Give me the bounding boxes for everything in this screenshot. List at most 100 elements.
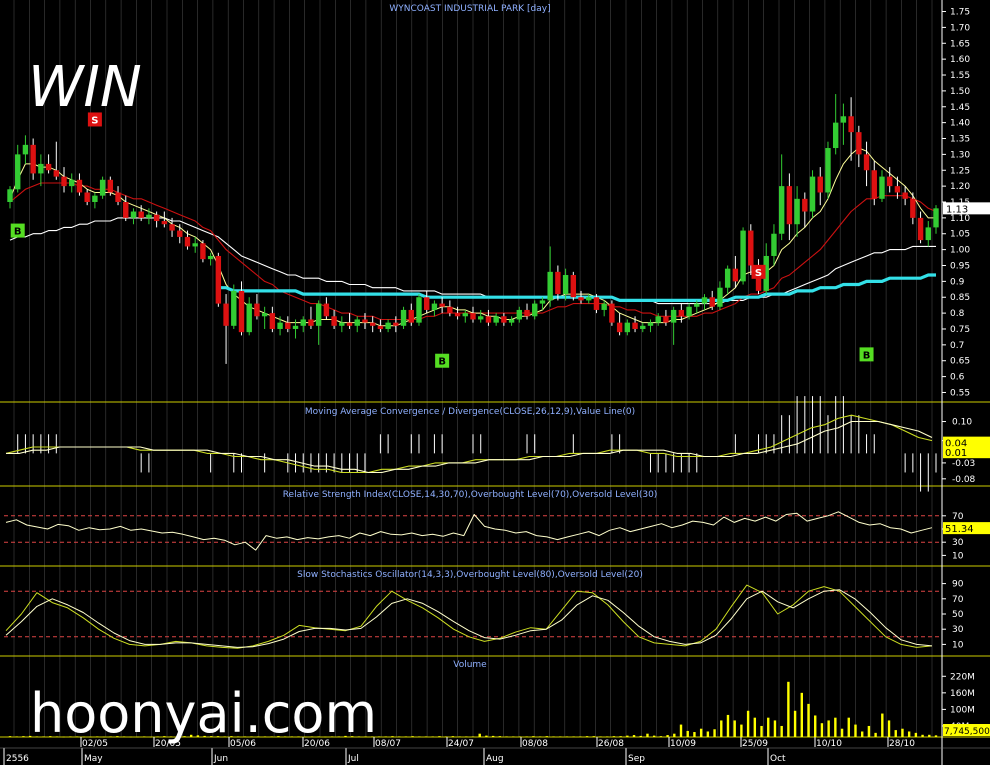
candle [809,170,816,218]
volume-bar [740,724,743,737]
candle-body [15,154,21,190]
volume-bar [565,736,569,737]
date-label: 08/07 [375,739,401,749]
volume-bar [800,692,803,737]
volume-bar [411,736,414,737]
candle-body [61,176,67,187]
price-tick-label: 0.85 [950,293,970,303]
candle-body [578,297,584,301]
candle-body [724,268,731,288]
candle-body [431,303,438,310]
candle-body [53,170,60,177]
candle-body [670,309,677,323]
candle-body [832,122,839,149]
month-label: Oct [770,754,786,764]
candle-body [385,322,391,329]
volume-bar [834,717,837,737]
volume-bar [807,703,810,737]
stochastic-tick-label: 30 [952,625,964,635]
buy-signal-label: B [438,357,446,368]
volume-bar [612,736,616,737]
candle-body [315,303,322,326]
candle-body [902,192,908,199]
volume-bar [814,715,817,737]
rsi-tick-label: 30 [952,538,964,548]
candle-body [38,163,44,174]
candle-body [647,322,654,326]
candle-body [99,179,106,196]
candle [740,227,746,285]
candle-body [400,309,407,326]
candle-body [516,309,523,320]
candle-body [138,211,144,218]
candle-body [215,255,222,304]
candle-body [161,221,168,225]
candle-body [416,297,422,323]
rsi-tick-label: 70 [952,512,964,522]
volume-bar [652,735,656,737]
volume-bar [726,714,730,737]
volume-bar [545,736,549,737]
candle-body [308,319,314,326]
volume-bar [793,710,797,737]
candle-body [593,297,600,310]
price-tick-label: 1.65 [950,39,970,49]
candle-body [254,303,260,317]
price-tick-label: 1.75 [950,8,970,18]
candle-body [454,313,461,317]
candle-body [501,316,507,323]
volume-bar [619,736,622,737]
candle-body [717,287,723,307]
candle-body [45,163,52,171]
price-tick-label: 0.7 [950,341,964,351]
volume-bar [673,733,676,737]
volume-bar [827,720,830,737]
candle-body [339,322,345,326]
candle-body [200,243,206,260]
volume-bar [760,725,763,737]
price-tick-label: 1.50 [950,87,970,97]
candle-body [177,230,183,237]
candle-body [570,275,577,298]
candle [400,306,407,329]
stochastic-tick-label: 90 [952,580,964,590]
volume-bar [780,725,783,737]
volume-bar [713,729,716,737]
volume-bar [559,736,562,737]
month-label: Aug [486,754,504,764]
candle-body [701,297,708,304]
candle-body [809,176,816,212]
volume-bar [444,736,448,737]
candle-body [84,192,90,202]
candle-body [285,322,291,329]
candle-body [655,316,661,323]
volume-bar [867,725,871,737]
date-label: 08/08 [522,739,548,749]
volume-bar [592,736,595,737]
volume-bar [934,735,938,737]
volume-bar [505,736,508,737]
candle-body [663,316,669,323]
candle-body [277,322,283,329]
volume-bar [733,720,736,737]
volume-bar [478,733,481,737]
volume-bar [820,723,824,737]
candle-body [609,303,615,323]
candle-body [346,322,353,326]
price-tick-label: 1.00 [950,246,970,256]
price-tick-label: 0.95 [950,261,970,271]
month-label: Jul [347,754,359,764]
stochastic-tick-label: 70 [952,595,964,605]
candle-body [423,297,430,310]
candle-body [825,148,831,193]
volume-bar [854,724,857,737]
candle-body [269,313,276,329]
date-label: 24/07 [448,739,474,749]
macd-tick-label: 0.10 [952,418,972,428]
volume-bar [921,734,924,737]
stock-chart: WYNCOAST INDUSTRIAL PARK [day] BSBSBS 0.… [0,0,990,765]
candle-body [493,316,499,323]
volume-bar [686,730,689,737]
candle-body [925,227,931,241]
volume-bar [659,736,663,737]
